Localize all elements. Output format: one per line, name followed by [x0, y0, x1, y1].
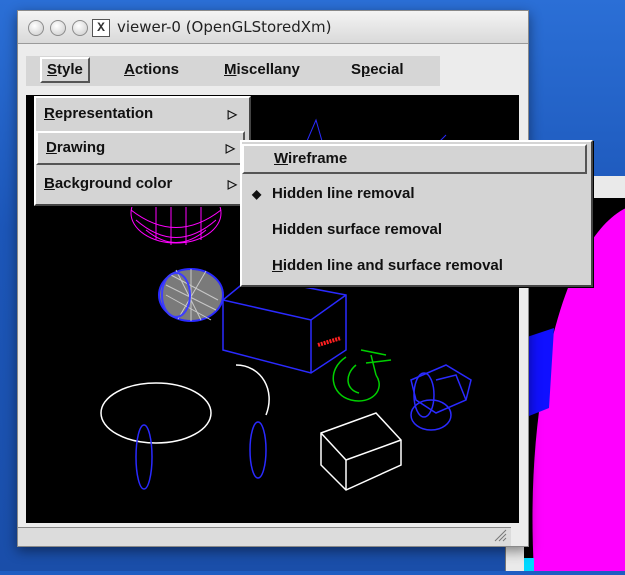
radio-selected-icon: ◆ — [252, 187, 262, 201]
menu-special-rest: ecial — [370, 61, 404, 78]
menu-special-mnemonic: p — [361, 61, 371, 78]
close-window-button[interactable] — [28, 20, 44, 36]
menu-item-drawing-label: Drawing — [46, 133, 105, 163]
menu-actions-rest: ctions — [134, 61, 180, 78]
background-color-mnemonic: B — [44, 175, 55, 192]
red-highlight — [317, 336, 342, 347]
drawing-submenu: Wireframe ◆ Hidden line removal Hidden s… — [240, 140, 593, 287]
drawing-mnemonic: D — [46, 139, 57, 156]
status-bar — [18, 527, 511, 546]
background-color-rest: ackground color — [54, 175, 173, 192]
menu-item-background-color-label: Background color — [44, 169, 172, 199]
menu-miscellany-rest: iscellany — [236, 61, 300, 78]
representation-rest: epresentation — [54, 105, 154, 122]
menu-item-hidden-surface-removal-label: Hidden surface removal — [272, 221, 443, 238]
menu-style-mnemonic: S — [47, 61, 58, 78]
menu-item-hidden-line-removal-label: Hidden line removal — [272, 185, 415, 202]
blue-wire-loops — [135, 421, 267, 490]
wireframe-rest: ireframe — [288, 150, 348, 167]
menu-miscellany[interactable]: Miscellany — [219, 59, 305, 81]
white-wire-rings — [100, 364, 270, 444]
drawing-rest: rawing — [56, 139, 106, 156]
title-bar[interactable]: X viewer-0 (OpenGLStoredXm) — [18, 11, 528, 44]
menu-item-representation[interactable]: Representation ▷ — [36, 99, 245, 129]
hidden-line-surface-mnemonic: H — [272, 257, 283, 274]
cyan-shape — [524, 558, 534, 571]
menu-style[interactable]: Style — [40, 57, 90, 83]
submenu-arrow-icon: ▷ — [227, 177, 237, 191]
menu-item-hidden-line-and-surface-removal[interactable]: Hidden line and surface removal — [242, 248, 587, 284]
menu-actions[interactable]: Actions — [119, 59, 184, 81]
grey-mesh-cylinder — [158, 268, 224, 322]
menu-miscellany-mnemonic: M — [224, 61, 237, 78]
submenu-arrow-icon: ▷ — [227, 107, 237, 121]
hidden-line-surface-rest: idden line and surface removal — [282, 257, 503, 274]
menu-special-pre: S — [351, 61, 362, 78]
menu-bar: Style Actions Miscellany Special — [26, 56, 440, 86]
menu-special[interactable]: Special — [346, 59, 409, 81]
menu-item-hidden-surface-removal[interactable]: Hidden surface removal — [242, 212, 587, 248]
wireframe-mnemonic: W — [274, 150, 289, 167]
resize-grip-icon[interactable] — [493, 528, 507, 542]
zoom-window-button[interactable] — [72, 20, 88, 36]
menu-actions-mnemonic: A — [124, 61, 135, 78]
blue-wire-box — [222, 276, 347, 374]
menu-item-background-color[interactable]: Background color ▷ — [36, 169, 245, 199]
menu-item-wireframe-label: Wireframe — [274, 146, 347, 172]
minimize-window-button[interactable] — [50, 20, 66, 36]
menu-item-hidden-line-removal[interactable]: ◆ Hidden line removal — [242, 176, 587, 212]
blue-mechanical-part — [410, 364, 472, 431]
menu-item-representation-label: Representation — [44, 99, 153, 129]
menu-item-hidden-line-and-surface-removal-label: Hidden line and surface removal — [272, 248, 503, 284]
white-wire-box — [320, 412, 402, 491]
submenu-arrow-icon: ▷ — [225, 141, 235, 155]
x11-icon: X — [92, 19, 110, 37]
style-dropdown-menu: Representation ▷ Drawing ▷ Background co… — [34, 96, 251, 206]
menu-style-rest: tyle — [57, 61, 83, 78]
green-wire-part — [332, 349, 392, 402]
representation-mnemonic: R — [44, 105, 55, 122]
menu-item-wireframe[interactable]: Wireframe — [242, 144, 587, 174]
menu-item-drawing[interactable]: Drawing ▷ — [36, 131, 245, 165]
window-title: viewer-0 (OpenGLStoredXm) — [117, 18, 332, 36]
